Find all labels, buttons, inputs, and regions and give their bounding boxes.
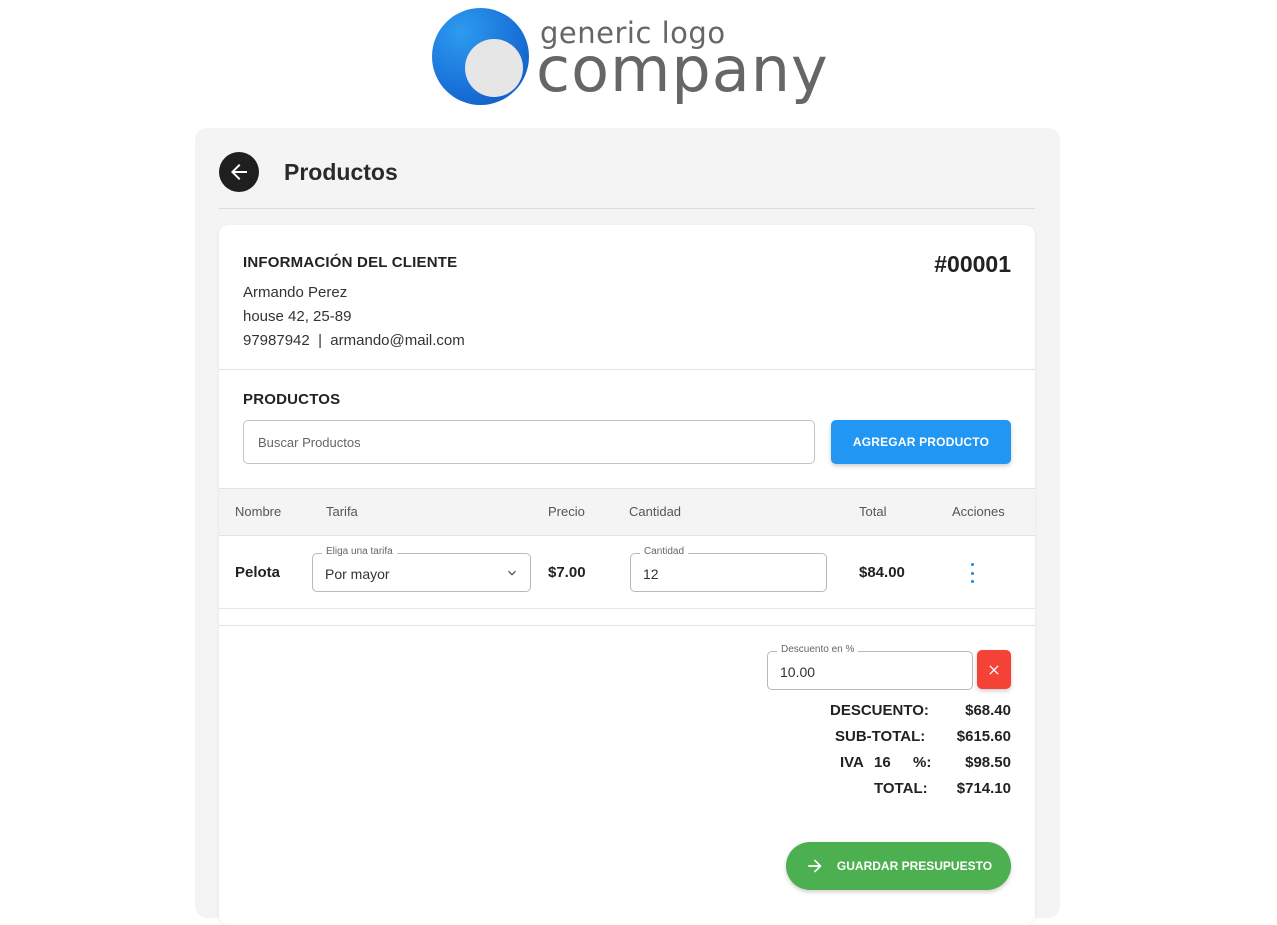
client-info-heading: INFORMACIÓN DEL CLIENTE: [243, 254, 458, 271]
tariff-select-value: Por mayor: [325, 566, 390, 582]
product-name: Pelota: [235, 564, 281, 581]
dot: [970, 580, 974, 583]
header-precio: Precio: [548, 504, 585, 519]
iva-value: $98.50: [965, 754, 1011, 771]
total-label: TOTAL:: [874, 780, 928, 797]
table-header: Nombre Tarifa Precio Cantidad Total Acci…: [219, 488, 1035, 536]
table-row: Pelota Eliga una tarifa Por mayor $7.00 …: [219, 536, 1035, 609]
close-icon: [989, 664, 999, 675]
header-divider: [219, 208, 1035, 209]
header-tarifa: Tarifa: [326, 504, 358, 519]
company-logo: generic logo company: [432, 6, 832, 106]
discount-percent-input[interactable]: Descuento en % 10.00: [767, 644, 973, 690]
arrow-right-icon: [808, 859, 822, 873]
save-quote-label: GUARDAR PRESUPUESTO: [836, 859, 993, 873]
quantity-input[interactable]: Cantidad 12: [630, 546, 827, 592]
main-panel: Productos INFORMACIÓN DEL CLIENTE #00001…: [195, 128, 1060, 925]
quantity-input-label: Cantidad: [640, 546, 689, 557]
logo-wordmark: company: [536, 33, 829, 106]
header-acciones: Acciones: [952, 504, 1005, 519]
add-product-button[interactable]: AGREGAR PRODUCTO: [831, 420, 1011, 464]
subtotal-label: SUB-TOTAL:: [835, 728, 926, 745]
client-contact: 97987942 | armando@mail.com: [243, 332, 465, 349]
arrow-left-icon: [231, 164, 247, 180]
back-button[interactable]: [219, 152, 259, 192]
header-total: Total: [859, 504, 887, 519]
tariff-select-label: Eliga una tarifa: [322, 546, 397, 557]
iva-label: IVA: [840, 754, 864, 771]
client-name: Armando Perez: [243, 284, 348, 301]
discount-summary-label: DESCUENTO:: [830, 702, 929, 719]
product-total: $84.00: [859, 564, 905, 581]
dot: [970, 571, 974, 575]
client-divider: [219, 369, 1035, 370]
page-title: Productos: [284, 159, 398, 185]
header-nombre: Nombre: [235, 504, 282, 519]
tariff-select[interactable]: Eliga una tarifa Por mayor: [312, 546, 531, 592]
save-quote-button[interactable]: GUARDAR PRESUPUESTO: [786, 842, 1011, 890]
quote-card: INFORMACIÓN DEL CLIENTE #00001 Armando P…: [219, 225, 1035, 925]
quantity-input-value: 12: [643, 566, 659, 582]
total-value: $714.10: [956, 780, 1011, 797]
iva-percent: %:: [913, 754, 932, 771]
chevron-down-icon: [508, 570, 516, 576]
discount-input-value: 10.00: [780, 664, 816, 680]
subtotal-value: $615.60: [956, 728, 1011, 745]
totals-divider: [219, 625, 1035, 626]
product-price: $7.00: [548, 564, 586, 581]
header-cantidad: Cantidad: [629, 504, 682, 519]
clear-discount-button[interactable]: [977, 650, 1011, 689]
more-vert-icon[interactable]: [969, 563, 975, 583]
discount-summary-value: $68.40: [965, 702, 1011, 719]
discount-input-label: Descuento en %: [777, 644, 859, 655]
logo-inner-circle: [465, 39, 523, 97]
dot: [970, 563, 974, 566]
product-search-input[interactable]: [243, 420, 815, 464]
client-address: house 42, 25-89: [243, 308, 352, 325]
iva-rate: 16: [874, 754, 891, 771]
quote-number: #00001: [934, 251, 1011, 277]
products-heading: PRODUCTOS: [243, 391, 341, 408]
